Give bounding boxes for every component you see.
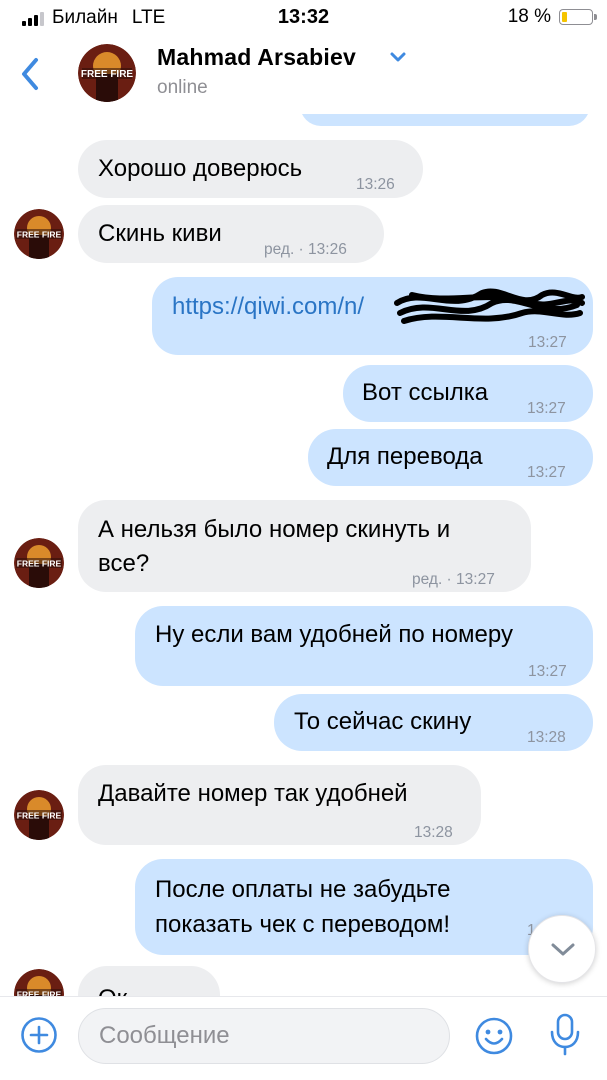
avatar[interactable]: FREE FIRE: [14, 969, 64, 996]
message-bubble-incoming[interactable]: Ок: [78, 966, 220, 996]
message-meta: 13:27: [527, 400, 566, 417]
avatar[interactable]: FREE FIRE: [78, 44, 136, 102]
message-bubble-outgoing[interactable]: Для перевода 13:27: [308, 429, 593, 486]
message-text: Хорошо доверюсь: [98, 155, 303, 182]
message-meta: 13:26: [356, 176, 395, 193]
message-bubble-outgoing[interactable]: После оплаты не забудьте показать чек с …: [135, 859, 593, 955]
svg-text:FREE FIRE: FREE FIRE: [17, 811, 62, 821]
message-meta: 13:27: [528, 334, 567, 351]
message-bubble-partial: [300, 114, 590, 126]
scroll-down-button[interactable]: [528, 915, 596, 983]
scroll-down-icon: [551, 943, 575, 956]
message-bubble-incoming[interactable]: Хорошо доверюсь 13:26: [78, 140, 423, 198]
message-meta: ред. · 13:26: [264, 241, 347, 258]
message-bubble-outgoing[interactable]: Ну если вам удобней по номеру 13:27: [135, 606, 593, 686]
message-bubble-incoming[interactable]: Скинь киви ред. · 13:26: [78, 205, 384, 263]
battery-percent: 18 %: [507, 6, 551, 27]
message-text: Давайте номер так удобней: [98, 780, 408, 807]
svg-text:FREE FIRE: FREE FIRE: [17, 230, 62, 240]
divider: [0, 996, 607, 997]
message-bubble-outgoing[interactable]: Вот ссылка 13:27: [343, 365, 593, 422]
back-chevron-icon[interactable]: [14, 54, 50, 94]
message-meta: 13:28: [414, 824, 453, 841]
chat-header: FREE FIRE Mahmad Arsabiev online: [0, 36, 607, 114]
message-list[interactable]: Хорошо доверюсь 13:26 FREE FIRE Скинь ки…: [0, 114, 607, 996]
attach-plus-icon[interactable]: [20, 1016, 58, 1054]
message-bubble-incoming[interactable]: А нельзя было номер скинуть и все? ред. …: [78, 500, 531, 592]
microphone-icon[interactable]: [548, 1012, 582, 1058]
svg-text:FREE FIRE: FREE FIRE: [17, 559, 62, 569]
message-text: Вот ссылка: [362, 379, 489, 406]
battery-icon: [559, 9, 597, 25]
peer-status: online: [157, 77, 208, 98]
message-text: Для перевода: [327, 443, 483, 470]
message-link[interactable]: https://qiwi.com/n/: [172, 293, 364, 320]
message-bubble-outgoing[interactable]: То сейчас скину 13:28: [274, 694, 593, 751]
avatar[interactable]: FREE FIRE: [14, 790, 64, 840]
status-right: 18 %: [507, 6, 597, 28]
chevron-down-icon[interactable]: [388, 50, 408, 64]
composer: Сообщение: [0, 996, 607, 1080]
message-text: Скинь киви: [98, 220, 222, 247]
status-bar: Билайн LTE 13:32 18 %: [0, 0, 607, 36]
message-meta: 13:27: [527, 464, 566, 481]
message-text-line: После оплаты не забудьте: [155, 876, 451, 903]
redaction-scribble: [394, 288, 585, 324]
message-meta: ред. · 13:27: [412, 571, 495, 588]
avatar[interactable]: FREE FIRE: [14, 538, 64, 588]
message-text: Ну если вам удобней по номеру: [155, 621, 513, 648]
message-text: То сейчас скину: [294, 708, 472, 735]
message-text-line: А нельзя было номер скинуть и: [98, 516, 451, 543]
svg-text:FREE FIRE: FREE FIRE: [81, 69, 134, 80]
emoji-icon[interactable]: [474, 1016, 514, 1056]
message-input-placeholder: Сообщение: [99, 1022, 230, 1049]
avatar[interactable]: FREE FIRE: [14, 209, 64, 259]
peer-name[interactable]: Mahmad Arsabiev: [157, 44, 356, 71]
message-text: Ок: [98, 985, 127, 996]
message-meta: 13:28: [527, 729, 566, 746]
message-bubble-outgoing[interactable]: https://qiwi.com/n/ 13:27: [152, 277, 593, 355]
message-input[interactable]: Сообщение: [78, 1008, 450, 1064]
message-meta: 13:27: [528, 663, 567, 680]
message-bubble-incoming[interactable]: Давайте номер так удобней 13:28: [78, 765, 481, 845]
